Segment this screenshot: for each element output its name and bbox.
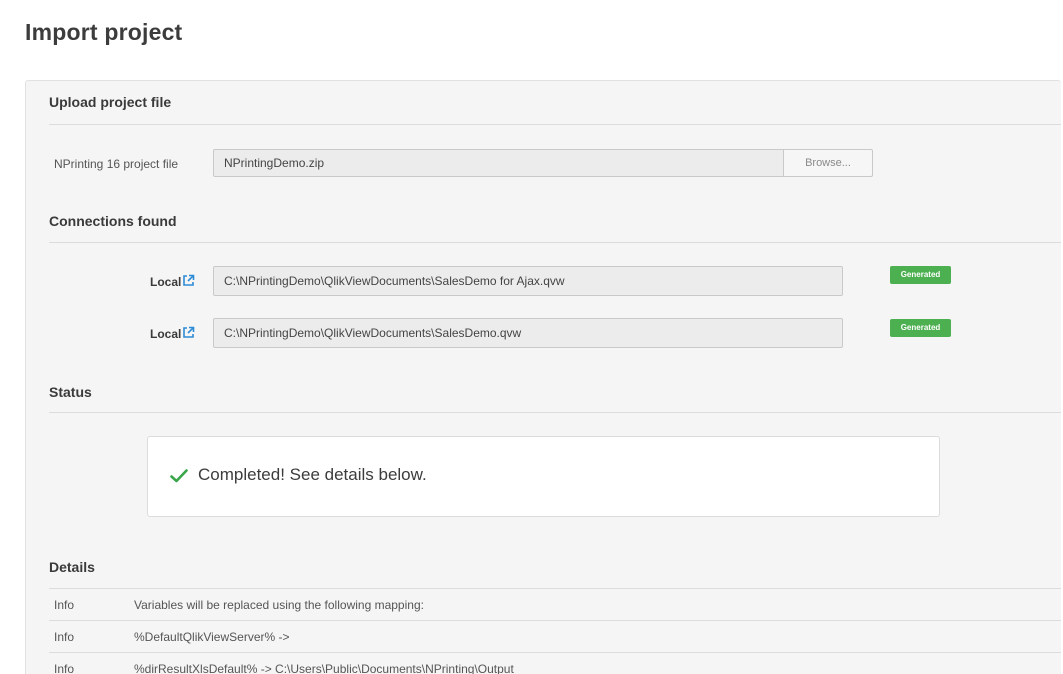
status-message: Completed! See details below. — [198, 465, 427, 484]
divider — [49, 412, 1061, 413]
external-link-icon[interactable] — [182, 274, 195, 287]
detail-type: Info — [54, 598, 75, 612]
details-row: Info %DefaultQlikViewServer% -> — [49, 620, 1061, 652]
details-row: Info %dirResultXlsDefault% -> C:\Users\P… — [49, 652, 1061, 674]
detail-message: %DefaultQlikViewServer% -> — [134, 630, 290, 644]
import-panel: Upload project file NPrinting 16 project… — [25, 80, 1061, 674]
detail-message: Variables will be replaced using the fol… — [134, 598, 424, 612]
connection-path-input[interactable]: C:\NPrintingDemo\QlikViewDocuments\Sales… — [213, 318, 843, 348]
status-section-title: Status — [49, 384, 92, 400]
browse-button[interactable]: Browse... — [783, 149, 873, 177]
status-box: Completed! See details below. — [147, 436, 940, 517]
detail-type: Info — [54, 662, 75, 674]
checkmark-icon — [170, 469, 188, 483]
connection-label: Local — [150, 275, 182, 289]
external-link-icon[interactable] — [182, 326, 195, 339]
upload-section-title: Upload project file — [49, 94, 172, 110]
page-title: Import project — [25, 19, 183, 45]
generated-badge: Generated — [890, 266, 951, 284]
generated-badge: Generated — [890, 319, 951, 337]
details-row: Info Variables will be replaced using th… — [49, 588, 1061, 620]
divider — [49, 124, 1061, 125]
details-section-title: Details — [49, 559, 95, 575]
detail-message: %dirResultXlsDefault% -> C:\Users\Public… — [134, 662, 514, 674]
connection-path-input[interactable]: C:\NPrintingDemo\QlikViewDocuments\Sales… — [213, 266, 843, 296]
connection-label: Local — [150, 327, 182, 341]
detail-type: Info — [54, 630, 75, 644]
connections-section-title: Connections found — [49, 213, 177, 229]
project-file-input[interactable]: NPrintingDemo.zip — [213, 149, 783, 177]
divider — [49, 242, 1061, 243]
project-file-label: NPrinting 16 project file — [54, 157, 179, 171]
